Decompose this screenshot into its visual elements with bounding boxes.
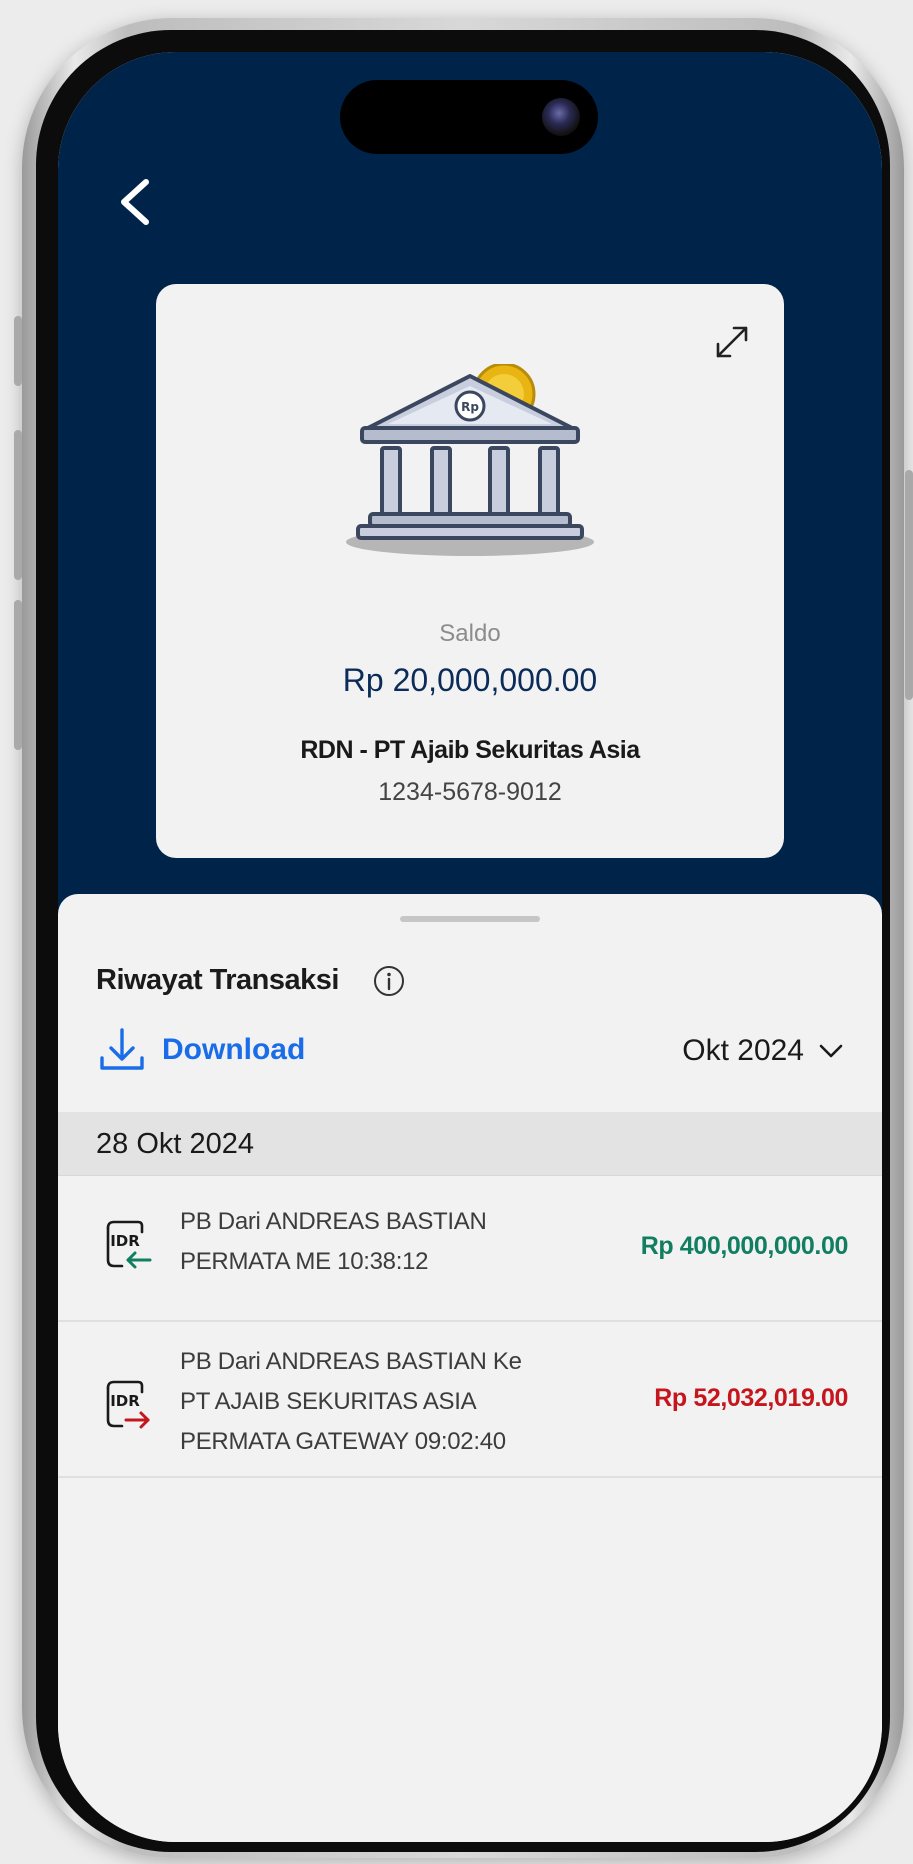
svg-text:IDR: IDR bbox=[110, 1232, 140, 1250]
balance-label: Saldo bbox=[439, 620, 501, 647]
month-dropdown[interactable]: Okt 2024 bbox=[682, 1028, 846, 1074]
download-button[interactable]: Download bbox=[96, 1022, 305, 1078]
date-group-label: 28 Okt 2024 bbox=[96, 1128, 254, 1160]
account-number: 1234-5678-9012 bbox=[378, 778, 562, 806]
transaction-description: PB Dari ANDREAS BASTIAN Ke PT AJAIB SEKU… bbox=[180, 1348, 522, 1455]
side-button-volume-down bbox=[14, 600, 22, 750]
month-selected: Okt 2024 bbox=[682, 1034, 804, 1067]
sheet-drag-handle[interactable] bbox=[400, 916, 540, 922]
transaction-row[interactable]: IDR PB Dari ANDREAS BASTIAN PERMATA ME 1… bbox=[58, 1176, 882, 1322]
info-icon bbox=[374, 966, 404, 996]
chevron-down-icon bbox=[819, 1044, 843, 1058]
transaction-description: PB Dari ANDREAS BASTIAN PERMATA ME 10:38… bbox=[180, 1208, 487, 1275]
back-button[interactable] bbox=[110, 170, 166, 234]
account-name: RDN - PT Ajaib Sekuritas Asia bbox=[300, 736, 640, 764]
svg-text:Rp: Rp bbox=[461, 400, 479, 414]
app-screen: Rp Saldo Rp 20,000,000.00 RDN - PT Ajaib… bbox=[58, 52, 882, 1842]
idr-incoming-icon: IDR bbox=[106, 1220, 152, 1269]
download-icon bbox=[100, 1028, 144, 1070]
date-group-header: 28 Okt 2024 bbox=[58, 1112, 882, 1176]
expand-button[interactable] bbox=[708, 318, 756, 366]
account-card: Rp Saldo Rp 20,000,000.00 RDN - PT Ajaib… bbox=[156, 284, 784, 858]
chevron-left-icon bbox=[121, 179, 149, 225]
svg-text:IDR: IDR bbox=[110, 1392, 140, 1410]
bank-illustration: Rp bbox=[346, 364, 594, 556]
transaction-amount-credit: Rp 400,000,000.00 bbox=[640, 1232, 849, 1260]
expand-icon bbox=[716, 326, 748, 358]
side-button-action bbox=[14, 316, 22, 386]
balance-value: Rp 20,000,000.00 bbox=[342, 662, 598, 698]
transaction-row[interactable]: IDR PB Dari ANDREAS BASTIAN Ke PT AJAIB … bbox=[58, 1322, 882, 1478]
side-button-volume-up bbox=[14, 430, 22, 580]
camera-lens bbox=[542, 98, 580, 136]
side-button-power bbox=[905, 470, 913, 700]
transaction-amount-debit: Rp 52,032,019.00 bbox=[654, 1384, 848, 1412]
transaction-sheet: Riwayat Transaksi Download Okt 2024 28 O… bbox=[58, 894, 882, 1842]
section-title: Riwayat Transaksi bbox=[96, 964, 339, 996]
idr-outgoing-icon: IDR bbox=[106, 1380, 150, 1429]
dynamic-island bbox=[340, 80, 598, 154]
info-button[interactable] bbox=[372, 964, 406, 998]
download-label: Download bbox=[162, 1033, 306, 1066]
